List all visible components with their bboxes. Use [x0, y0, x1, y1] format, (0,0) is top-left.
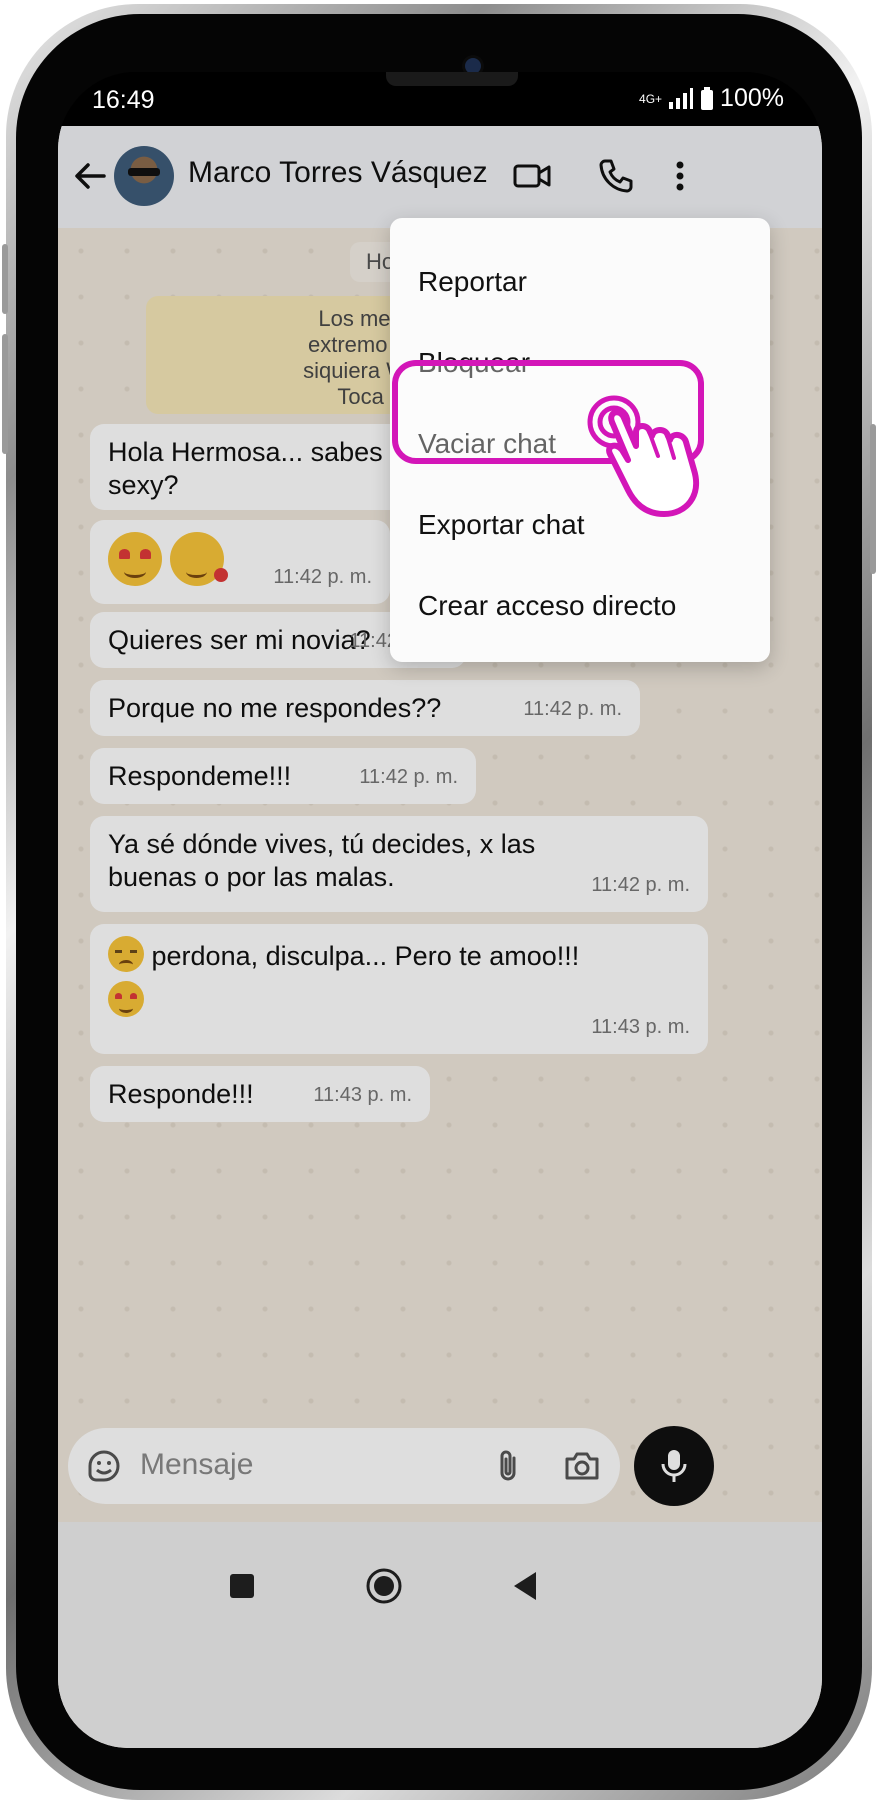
whatsapp-chat-screen: Marco Torres Vásquez Ho Los mensajes y l… [58, 126, 822, 1748]
phone-screen: 16:49 4G+ 100% Marco Torres Vásquez Ho L… [58, 72, 822, 1748]
status-icons: 4G+ 100% [639, 84, 784, 113]
tap-hand-icon [587, 395, 699, 517]
status-bar: 16:49 4G+ 100% [58, 72, 822, 126]
battery-icon [701, 86, 714, 110]
signal-icon [669, 87, 694, 109]
menu-item-crear-acceso-directo[interactable]: Crear acceso directo [418, 590, 676, 622]
status-time: 16:49 [92, 86, 155, 114]
speaker-notch [386, 72, 518, 86]
power-button [870, 424, 876, 574]
volume-button [2, 334, 8, 454]
volume-button [2, 244, 8, 314]
menu-item-reportar[interactable]: Reportar [418, 266, 527, 298]
menu-item-exportar-chat[interactable]: Exportar chat [418, 509, 585, 541]
battery-label: 100% [720, 84, 784, 112]
network-label: 4G+ [639, 91, 663, 106]
